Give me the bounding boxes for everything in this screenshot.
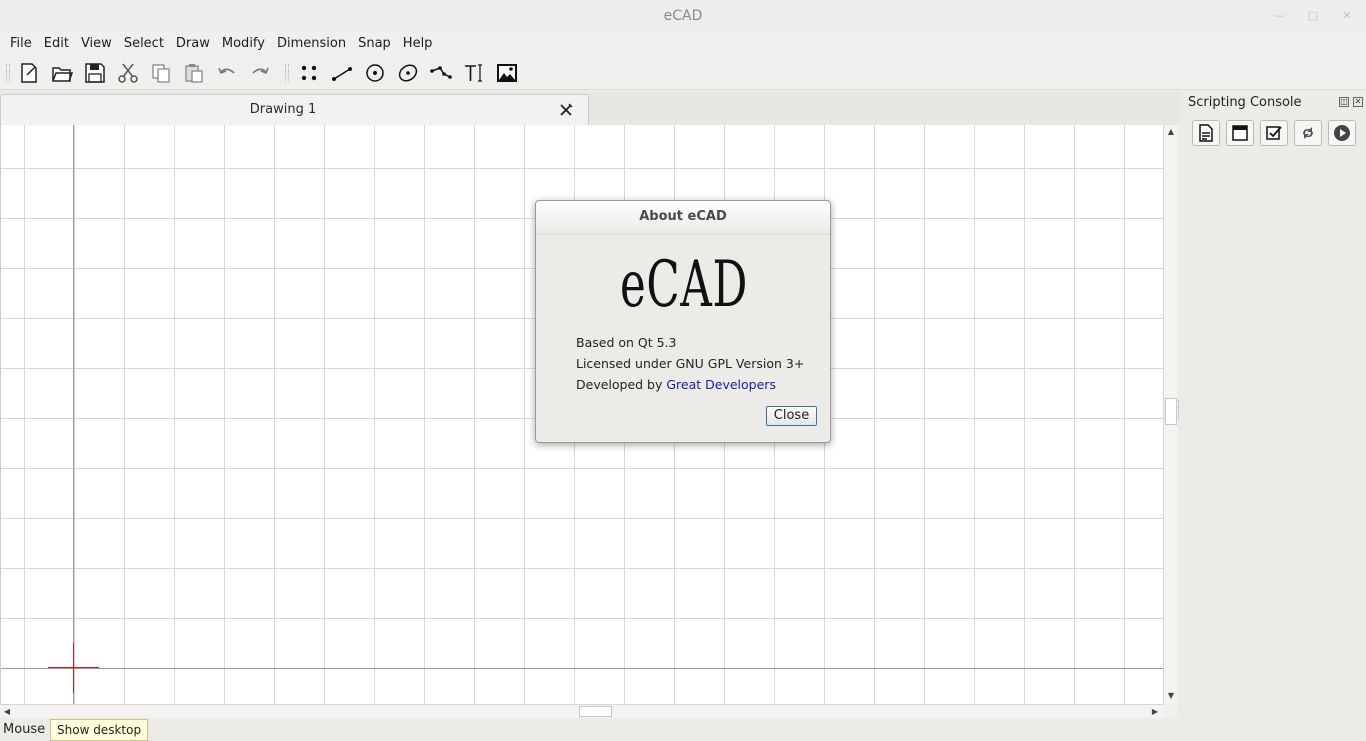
scroll-right-icon[interactable]: ▶ bbox=[1150, 706, 1160, 718]
dialog-title: About eCAD bbox=[536, 201, 830, 235]
copy-icon[interactable] bbox=[148, 60, 174, 86]
close-dock-icon[interactable]: ✕ bbox=[1353, 97, 1363, 107]
maximize-icon[interactable]: □ bbox=[1296, 0, 1330, 32]
menu-modify[interactable]: Modify bbox=[216, 33, 271, 55]
app-window: eCAD — □ ✕ File Edit View Select Draw Mo… bbox=[0, 0, 1366, 741]
redo-icon[interactable] bbox=[247, 60, 273, 86]
toolbar bbox=[0, 56, 1366, 90]
license-text: Licensed under GNU GPL Version 3+ bbox=[576, 356, 805, 371]
window-icon[interactable] bbox=[1226, 120, 1254, 146]
developers-link[interactable]: Great Developers bbox=[666, 377, 776, 392]
cut-icon[interactable] bbox=[115, 60, 141, 86]
checkbox-icon[interactable] bbox=[1260, 120, 1288, 146]
status-bar: Mouse m bbox=[0, 718, 1366, 741]
developer-line: Developed by Great Developers bbox=[576, 377, 826, 392]
open-folder-icon[interactable] bbox=[49, 60, 75, 86]
menu-edit[interactable]: Edit bbox=[38, 33, 75, 55]
tab-drawing-1[interactable]: Drawing 1 bbox=[0, 94, 589, 125]
new-file-icon[interactable] bbox=[16, 60, 42, 86]
minimize-icon[interactable]: — bbox=[1262, 0, 1296, 32]
run-icon[interactable] bbox=[1328, 120, 1356, 146]
menu-view[interactable]: View bbox=[75, 33, 118, 55]
menu-snap[interactable]: Snap bbox=[352, 33, 397, 55]
show-desktop-tooltip: Show desktop bbox=[50, 719, 149, 741]
vertical-scroll-thumb[interactable] bbox=[1165, 398, 1177, 425]
scroll-up-icon[interactable]: ▲ bbox=[1166, 127, 1176, 137]
toolbar-grip-2[interactable] bbox=[285, 64, 289, 82]
polyline-icon[interactable] bbox=[428, 60, 454, 86]
menu-draw[interactable]: Draw bbox=[170, 33, 216, 55]
undo-icon[interactable] bbox=[214, 60, 240, 86]
dock-title: Scripting Console bbox=[1188, 95, 1302, 110]
float-dock-icon[interactable]: ◫ bbox=[1339, 97, 1349, 107]
x-axis-line bbox=[1, 668, 1163, 669]
scroll-left-icon[interactable]: ◀ bbox=[2, 706, 12, 718]
window-title: eCAD bbox=[663, 8, 703, 24]
developer-prefix: Developed by bbox=[576, 377, 667, 392]
point-icon[interactable] bbox=[296, 60, 322, 86]
text-icon[interactable] bbox=[461, 60, 487, 86]
new-script-icon[interactable] bbox=[1192, 120, 1220, 146]
close-button[interactable]: Close bbox=[766, 406, 817, 426]
crosshair-vertical bbox=[73, 643, 74, 693]
line-icon[interactable] bbox=[329, 60, 355, 86]
title-bar: eCAD — □ ✕ bbox=[0, 0, 1366, 32]
close-tab-icon[interactable] bbox=[558, 102, 574, 118]
ellipse-icon[interactable] bbox=[395, 60, 421, 86]
menu-file[interactable]: File bbox=[4, 33, 38, 55]
menu-select[interactable]: Select bbox=[118, 33, 170, 55]
toolbar-grip[interactable] bbox=[6, 64, 10, 82]
circle-icon[interactable] bbox=[362, 60, 388, 86]
scripting-console-dock: Scripting Console ◫ ✕ bbox=[1180, 92, 1366, 718]
close-window-icon[interactable]: ✕ bbox=[1330, 0, 1364, 32]
y-axis-line bbox=[73, 125, 74, 704]
menu-bar: File Edit View Select Draw Modify Dimens… bbox=[0, 32, 1366, 56]
scroll-corner bbox=[1163, 704, 1178, 718]
app-logo: eCAD bbox=[619, 248, 749, 322]
image-icon[interactable] bbox=[494, 60, 520, 86]
scroll-down-icon[interactable]: ▼ bbox=[1166, 691, 1176, 701]
horizontal-scrollbar[interactable]: ◀ ▶ bbox=[0, 704, 1163, 718]
menu-dimension[interactable]: Dimension bbox=[271, 33, 352, 55]
vertical-scrollbar[interactable]: ▲ ▼ bbox=[1163, 125, 1178, 704]
qt-version-text: Based on Qt 5.3 bbox=[576, 335, 677, 350]
save-icon[interactable] bbox=[82, 60, 108, 86]
refresh-icon[interactable] bbox=[1294, 120, 1322, 146]
tab-bar: Drawing 1 bbox=[0, 92, 1180, 125]
menu-help[interactable]: Help bbox=[397, 33, 439, 55]
tab-label: Drawing 1 bbox=[249, 102, 317, 117]
paste-icon[interactable] bbox=[181, 60, 207, 86]
about-dialog: About eCAD eCAD Based on Qt 5.3 Licensed… bbox=[535, 200, 831, 443]
horizontal-scroll-thumb[interactable] bbox=[579, 706, 612, 717]
